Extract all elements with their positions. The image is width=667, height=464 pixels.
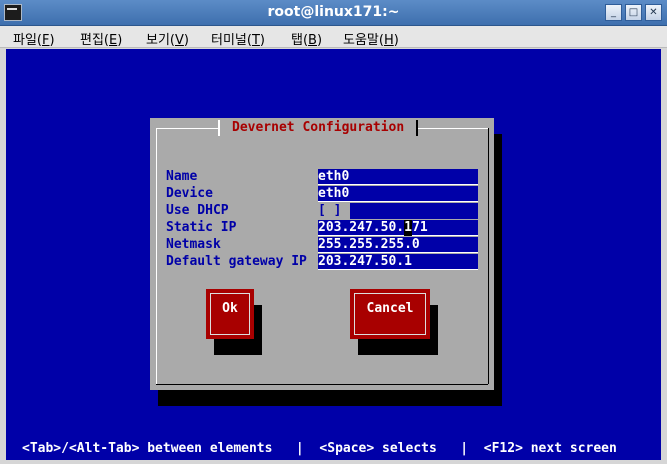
dialog-title: Devernet Configuration [218,120,419,136]
name-label: Name [166,169,198,184]
menu-edit[interactable]: 편집(E) [80,29,122,48]
static-ip-field[interactable]: 203.247.50.171 [318,220,478,236]
ok-button-label: Ok [210,293,250,335]
netmask-field[interactable]: 255.255.255.0 [318,237,478,253]
menu-terminal[interactable]: 터미널(T) [211,29,265,48]
dialog-border-right [488,128,489,384]
static-ip-text-before: 203.247.50. [318,220,405,235]
window-frame [661,49,667,464]
menu-view[interactable]: 보기(V) [146,29,189,48]
help-status-line: <Tab>/<Alt-Tab> between elements | <Spac… [22,441,617,456]
minimize-button[interactable]: _ [605,4,622,21]
menu-help[interactable]: 도움말(H) [343,29,399,48]
dialog-border-left [156,128,157,384]
close-button[interactable]: ✕ [645,4,662,21]
use-dhcp-checkbox[interactable]: [ ] [318,203,348,219]
dhcp-filler [350,203,478,219]
window-titlebar: root@linux171:~ _ □ ✕ [0,0,667,26]
dialog-border-bottom [156,384,488,385]
device-label: Device [166,186,213,201]
menu-bar: 파일(F) 편집(E) 보기(V) 터미널(T) 탭(B) 도움말(H) [0,26,667,48]
menu-file[interactable]: 파일(F) [13,29,55,48]
netmask-label: Netmask [166,237,221,252]
gateway-field[interactable]: 203.247.50.1 [318,254,478,270]
window-title: root@linux171:~ [267,4,400,20]
use-dhcp-label: Use DHCP [166,203,229,218]
cancel-button-label: Cancel [354,293,426,335]
static-ip-label: Static IP [166,220,237,235]
cancel-button[interactable]: Cancel [350,289,430,339]
ok-button[interactable]: Ok [206,289,254,339]
device-field[interactable]: eth0 [318,186,478,202]
text-cursor: 1 [404,220,413,236]
maximize-button[interactable]: □ [625,4,642,21]
static-ip-text-after: 71 [412,220,428,235]
gateway-label: Default gateway IP [166,254,307,269]
menu-tabs[interactable]: 탭(B) [291,29,322,48]
name-field[interactable]: eth0 [318,169,478,185]
